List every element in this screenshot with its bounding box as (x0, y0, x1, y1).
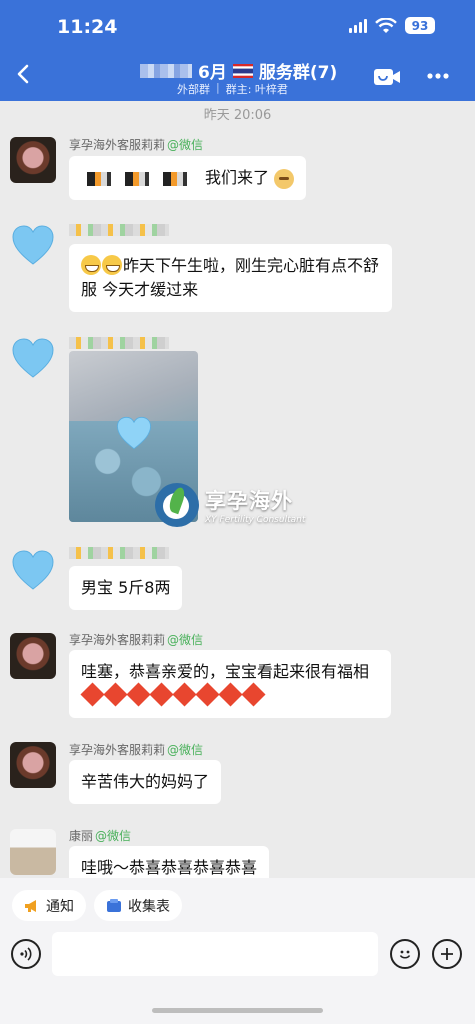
fu-icon (126, 682, 151, 707)
fu-icon (195, 682, 220, 707)
group-title[interactable]: 6月 服务群(7) (140, 58, 337, 83)
masked-sender-name (69, 337, 169, 349)
fu-icon (218, 682, 243, 707)
message-bubble[interactable]: 哇塞，恭喜亲爱的，宝宝看起来很有福相 (69, 650, 391, 718)
chat-header: 11:24 93 6月 服务群(7) 外部群 | 群主: 叶梓君 (0, 0, 475, 101)
fu-icon (103, 682, 128, 707)
masked-name-strip (81, 171, 189, 186)
more-options-icon[interactable] (425, 68, 451, 84)
heart-avatar-icon[interactable] (10, 547, 56, 593)
heart-avatar-icon[interactable] (10, 335, 56, 381)
chat-timestamp: 昨天 20:06 (203, 108, 272, 123)
message-input[interactable] (52, 932, 378, 976)
watermark-text: 享孕海外 XY Fertility Consultant (205, 489, 306, 525)
brand-logo-icon (155, 483, 199, 527)
emoji-button[interactable] (390, 939, 420, 969)
title-month: 6月 (198, 63, 227, 83)
back-button[interactable] (12, 62, 36, 86)
form-chip[interactable]: 收集表 (94, 890, 182, 921)
avatar[interactable] (10, 829, 56, 875)
grin-emoji-icon (102, 255, 122, 275)
heart-sticker-icon (117, 416, 151, 450)
masked-title-prefix (140, 63, 192, 78)
form-icon (107, 898, 121, 912)
grin-emoji-icon (81, 255, 101, 275)
fu-icon (80, 682, 105, 707)
avatar[interactable] (10, 137, 56, 183)
voice-icon (20, 947, 32, 961)
fu-icon (172, 682, 197, 707)
fu-icon (149, 682, 174, 707)
sender-name: 康丽 @微信 (69, 829, 132, 843)
title-suffix: 服务群(7) (258, 63, 338, 83)
fu-icon (241, 682, 266, 707)
signal-icon (349, 18, 367, 33)
message-bubble[interactable]: 我们来了 (69, 156, 307, 200)
megaphone-icon (25, 899, 36, 912)
masked-sender-name (69, 547, 169, 559)
avatar[interactable] (10, 742, 56, 788)
sender-name: 享孕海外客服莉莉 @微信 (69, 138, 204, 152)
message-bubble[interactable]: 昨天下午生啦，刚生完心脏有点不舒服 今天才缓过来 (69, 244, 392, 312)
sender-name: 享孕海外客服莉莉 @微信 (69, 743, 204, 757)
message-bubble[interactable]: 哇哦～恭喜恭喜恭喜恭喜 (69, 846, 270, 878)
thai-flag-icon (232, 63, 253, 78)
avatar[interactable] (10, 633, 56, 679)
group-subtitle: 外部群 | 群主: 叶梓君 (177, 81, 288, 97)
masked-sender-name (69, 224, 169, 236)
brand-watermark: 享孕海外 XY Fertility Consultant (155, 483, 305, 527)
fu-emoji-row (80, 682, 266, 707)
group-type-label: 外部群 (177, 83, 210, 96)
plus-icon (441, 948, 453, 960)
battery-indicator: 93 (405, 17, 435, 34)
message-bubble[interactable]: 男宝 5斤8两 (69, 566, 183, 610)
heart-avatar-icon[interactable] (10, 222, 56, 268)
add-button[interactable] (432, 939, 462, 969)
group-owner-label: 群主: 叶梓君 (225, 83, 288, 96)
smiley-icon (399, 950, 411, 959)
voice-input-button[interactable] (11, 939, 41, 969)
sender-name: 享孕海外客服莉莉 @微信 (69, 633, 204, 647)
message-bubble[interactable]: 辛苦伟大的妈妈了 (69, 760, 222, 804)
notice-chip[interactable]: 通知 (12, 890, 86, 921)
subtitle-divider: | (216, 81, 220, 94)
home-indicator (152, 1008, 323, 1013)
wifi-icon (375, 17, 397, 33)
status-time: 11:24 (57, 16, 118, 38)
doge-emoji-icon (274, 168, 295, 189)
video-call-icon[interactable] (373, 67, 401, 87)
status-icons: 93 (349, 17, 435, 34)
